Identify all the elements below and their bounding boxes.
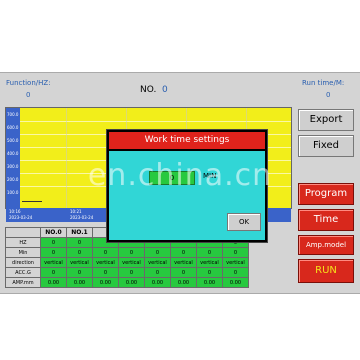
acc-cell[interactable]: 0 bbox=[170, 267, 197, 278]
direction-cell[interactable]: vertical bbox=[170, 257, 197, 268]
grid-corner bbox=[5, 227, 41, 238]
y-tick: 400.0 bbox=[7, 151, 19, 156]
time-button[interactable]: Time bbox=[298, 209, 354, 231]
acc-cell[interactable]: 0 bbox=[196, 267, 223, 278]
table-row: ACC.G 0 0 0 0 0 0 0 0 bbox=[5, 267, 249, 278]
column-header: NO.0 bbox=[40, 227, 67, 238]
direction-cell[interactable]: vertical bbox=[66, 257, 93, 268]
amp-cell[interactable]: 0.00 bbox=[66, 277, 93, 288]
min-cell[interactable]: 0 bbox=[118, 247, 145, 258]
min-cell[interactable]: 0 bbox=[170, 247, 197, 258]
gridline bbox=[20, 121, 291, 122]
acc-cell[interactable]: 0 bbox=[118, 267, 145, 278]
table-row: Min 0 0 0 0 0 0 0 0 bbox=[5, 247, 249, 258]
acc-cell[interactable]: 0 bbox=[66, 267, 93, 278]
trend-line bbox=[22, 201, 42, 202]
table-row: AMP.mm 0.00 0.00 0.00 0.00 0.00 0.00 0.0… bbox=[5, 277, 249, 288]
column-header: NO.1 bbox=[66, 227, 93, 238]
hz-cell[interactable]: 0 bbox=[40, 237, 67, 248]
row-label: Min bbox=[5, 247, 41, 258]
min-cell[interactable]: 0 bbox=[92, 247, 119, 258]
fixed-button[interactable]: Fixed bbox=[298, 135, 354, 157]
runtime-value: 0 bbox=[326, 91, 331, 99]
direction-cell[interactable]: vertical bbox=[222, 257, 249, 268]
acc-cell[interactable]: 0 bbox=[40, 267, 67, 278]
row-label: HZ bbox=[5, 237, 41, 248]
direction-cell[interactable]: vertical bbox=[92, 257, 119, 268]
amp-cell[interactable]: 0.00 bbox=[40, 277, 67, 288]
acc-cell[interactable]: 0 bbox=[144, 267, 171, 278]
direction-cell[interactable]: vertical bbox=[40, 257, 67, 268]
acc-cell[interactable]: 0 bbox=[92, 267, 119, 278]
ok-button[interactable]: OK bbox=[227, 213, 261, 231]
row-label: AMP.mm bbox=[5, 277, 41, 288]
run-button[interactable]: RUN bbox=[298, 259, 354, 283]
amp-cell[interactable]: 0.00 bbox=[222, 277, 249, 288]
hz-cell[interactable]: 0 bbox=[66, 237, 93, 248]
amp-cell[interactable]: 0.00 bbox=[170, 277, 197, 288]
min-cell[interactable]: 0 bbox=[144, 247, 171, 258]
amp-cell[interactable]: 0.00 bbox=[92, 277, 119, 288]
amp-cell[interactable]: 0.00 bbox=[118, 277, 145, 288]
direction-cell[interactable]: vertical bbox=[118, 257, 145, 268]
acc-cell[interactable]: 0 bbox=[222, 267, 249, 278]
y-tick: 500.0 bbox=[7, 138, 19, 143]
watermark: en.china.cn bbox=[87, 158, 273, 193]
y-tick: 700.0 bbox=[7, 112, 19, 117]
min-cell[interactable]: 0 bbox=[66, 247, 93, 258]
min-cell[interactable]: 0 bbox=[40, 247, 67, 258]
no-label: NO. bbox=[140, 85, 157, 95]
row-label: ACC.G bbox=[5, 267, 41, 278]
amp-model-button[interactable]: Amp.model bbox=[298, 235, 354, 255]
min-cell[interactable]: 0 bbox=[196, 247, 223, 258]
no-value: 0 bbox=[162, 85, 168, 95]
x-date: 2023-03-24 bbox=[70, 215, 94, 220]
export-button[interactable]: Export bbox=[298, 109, 354, 131]
dialog-title: Work time settings bbox=[109, 132, 265, 149]
min-cell[interactable]: 0 bbox=[222, 247, 249, 258]
x-tick: 10:16 bbox=[9, 209, 21, 214]
x-tick: 10:21 bbox=[70, 209, 82, 214]
function-label: Function/HZ: bbox=[6, 79, 51, 87]
row-label: direction bbox=[5, 257, 41, 268]
direction-cell[interactable]: vertical bbox=[196, 257, 223, 268]
amp-cell[interactable]: 0.00 bbox=[144, 277, 171, 288]
runtime-label: Run time/M: bbox=[302, 79, 345, 87]
table-row: direction vertical vertical vertical ver… bbox=[5, 257, 249, 268]
y-tick: 600.0 bbox=[7, 125, 19, 130]
function-value: 0 bbox=[26, 91, 31, 99]
amp-cell[interactable]: 0.00 bbox=[196, 277, 223, 288]
direction-cell[interactable]: vertical bbox=[144, 257, 171, 268]
x-date: 2023-03-24 bbox=[9, 215, 33, 220]
